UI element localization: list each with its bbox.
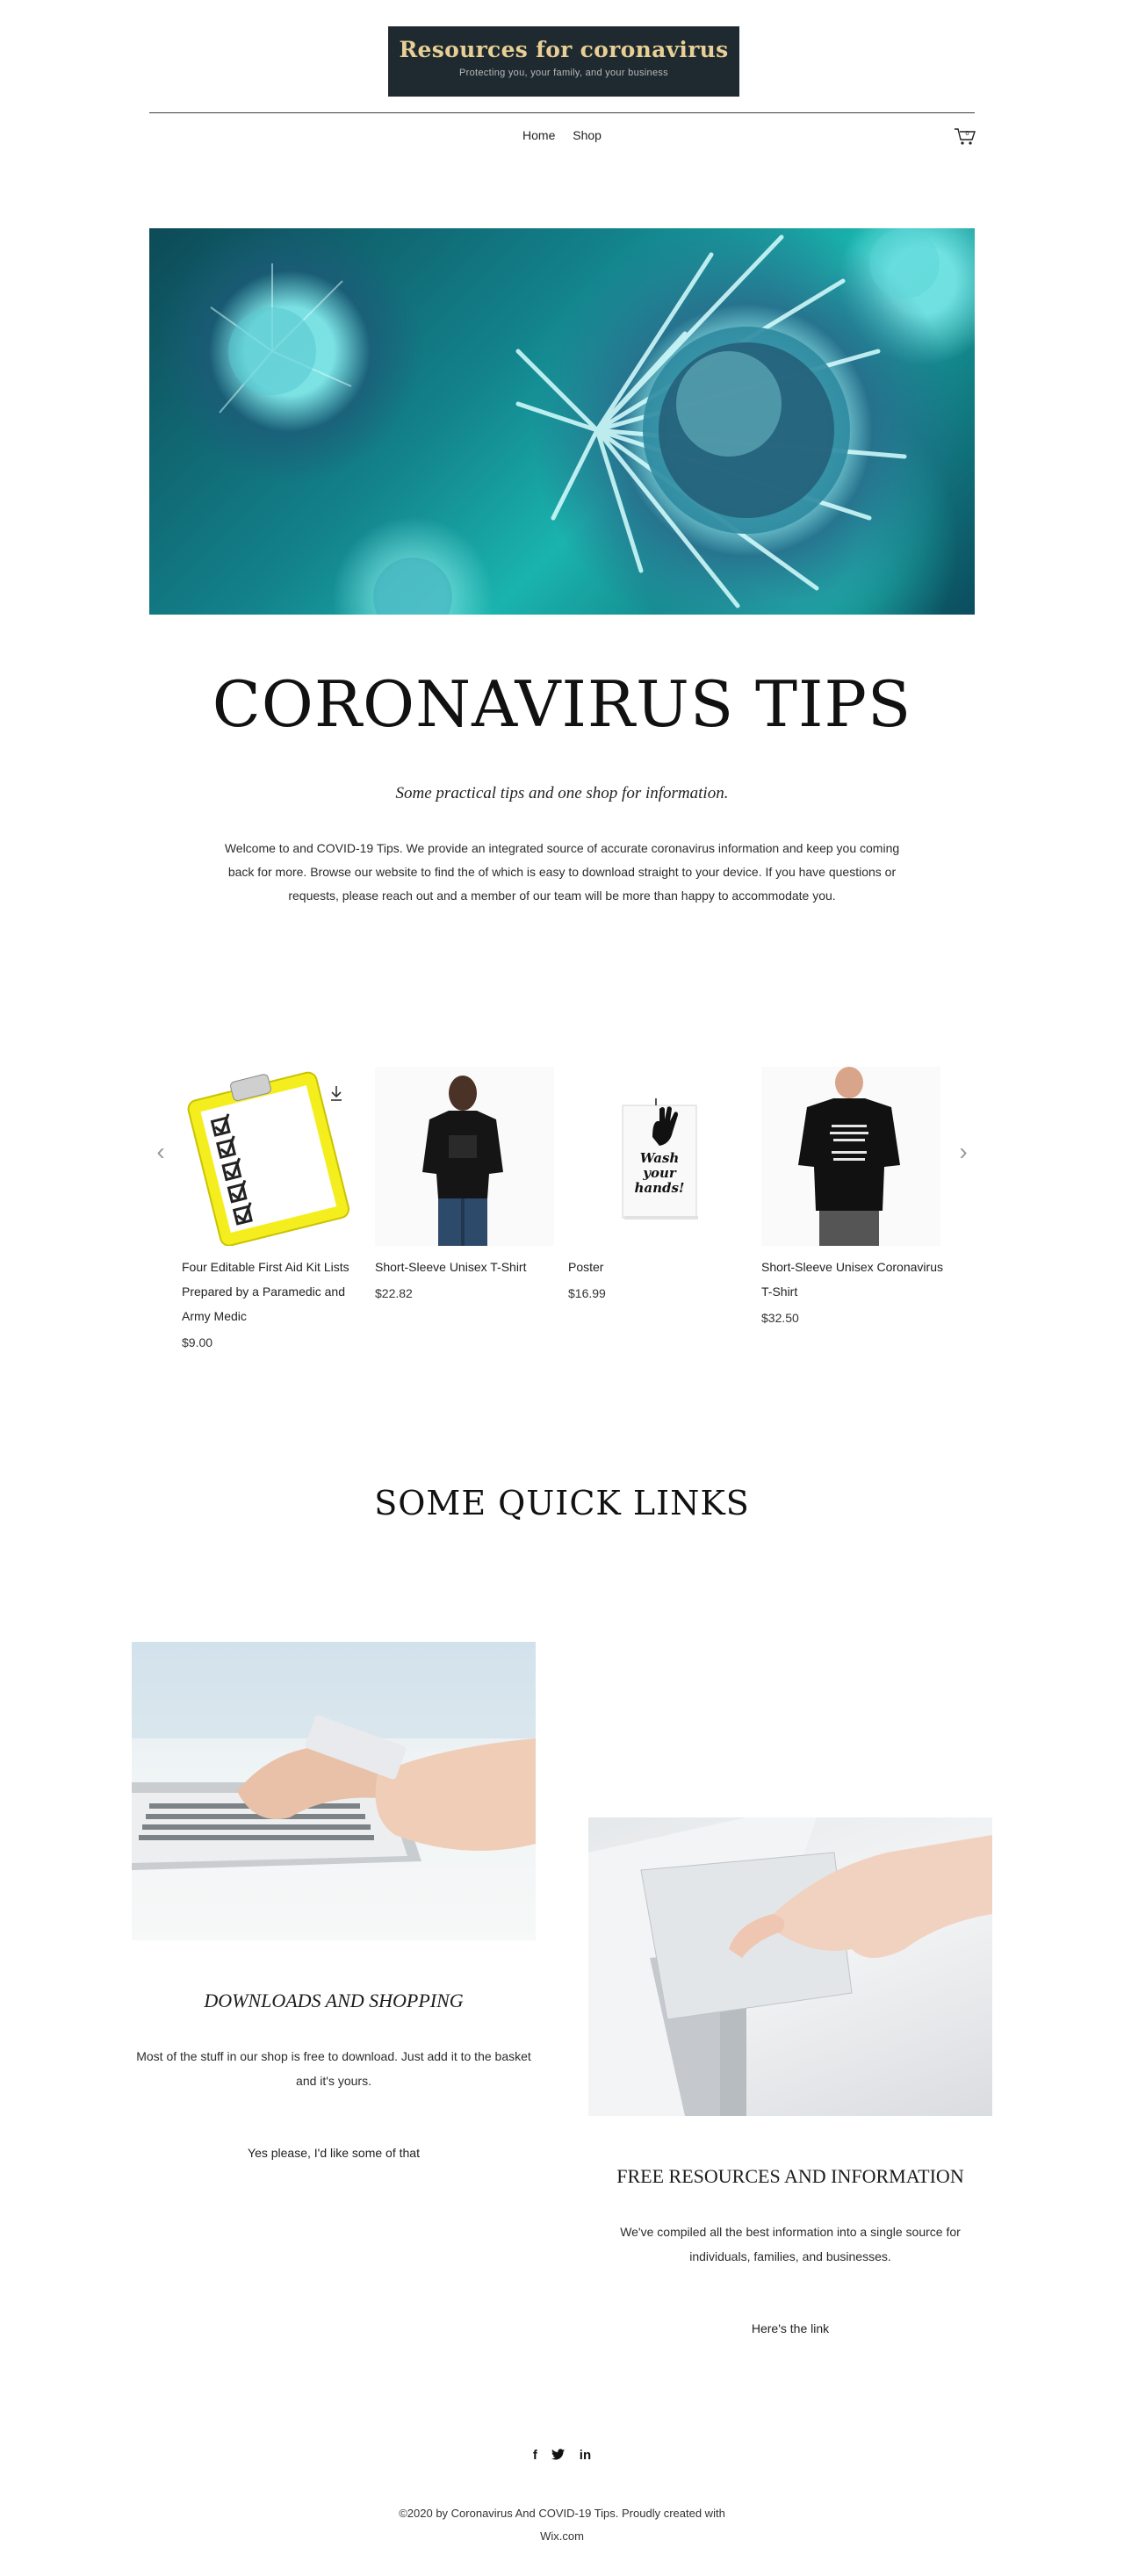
product-price: $32.50 <box>761 1311 799 1325</box>
page-title: CORONAVIRUS TIPS <box>212 667 912 741</box>
product-image-tshirt[interactable] <box>375 1067 554 1246</box>
header-divider <box>149 112 975 113</box>
laptop-shopping-image <box>132 1642 536 1940</box>
quick-links-title: SOME QUICK LINKS <box>374 1484 750 1522</box>
product-name[interactable]: Poster <box>568 1255 753 1279</box>
nav-item-home[interactable]: Home <box>522 128 555 142</box>
facebook-icon[interactable]: f <box>533 2448 537 2463</box>
product-price: $22.82 <box>375 1286 413 1300</box>
product-image-coronavirus-tshirt[interactable] <box>761 1067 940 1246</box>
logo-subtitle: Protecting you, your family, and your bu… <box>459 68 668 78</box>
downloads-link[interactable]: Yes please, I'd like some of that <box>132 2146 536 2160</box>
hero-virus-image <box>149 228 975 615</box>
cart-count: 0 <box>965 130 969 137</box>
intro-paragraph: Welcome to and COVID-19 Tips. We provide… <box>224 841 900 903</box>
copyright-text: ©2020 by Coronavirus And COVID-19 Tips. … <box>399 2507 725 2543</box>
slider-prev-arrow[interactable]: ‹ <box>152 1138 169 1166</box>
kiosk-touch-image <box>588 1817 992 2116</box>
product-name[interactable]: Four Editable First Aid Kit Lists Prepar… <box>182 1255 366 1328</box>
product-price: $9.00 <box>182 1335 213 1349</box>
product-image-poster[interactable]: Wash your hands! <box>568 1067 747 1246</box>
quick-link-description: Most of the stuff in our shop is free to… <box>136 2049 531 2088</box>
product-name[interactable]: Short-Sleeve Unisex Coronavirus T-Shirt <box>761 1255 946 1304</box>
resources-link[interactable]: Here's the link <box>588 2321 992 2335</box>
logo-title: Resources for coronavirus <box>399 37 729 62</box>
product-image-clipboard[interactable] <box>182 1067 361 1246</box>
quick-link-description: We've compiled all the best information … <box>620 2225 961 2263</box>
product-card[interactable]: Short-Sleeve Unisex T-Shirt $22.82 <box>375 1067 559 1300</box>
twitter-icon[interactable] <box>551 2448 566 2463</box>
product-name[interactable]: Short-Sleeve Unisex T-Shirt <box>375 1255 559 1279</box>
product-card[interactable]: Four Editable First Aid Kit Lists Prepar… <box>182 1067 366 1349</box>
product-price: $16.99 <box>568 1286 606 1300</box>
product-card[interactable]: Wash your hands! Poster $16.99 <box>568 1067 753 1300</box>
nav-item-shop[interactable]: Shop <box>573 128 602 142</box>
quick-link-title: DOWNLOADS AND SHOPPING <box>204 1990 464 2011</box>
poster-text: Wash your hands! <box>634 1150 685 1196</box>
download-icon <box>331 1086 342 1101</box>
page-subtitle: Some practical tips and one shop for inf… <box>395 784 729 802</box>
linkedin-icon[interactable]: in <box>580 2448 591 2463</box>
social-bar: f in <box>0 2448 1124 2464</box>
cart-icon[interactable]: 0 <box>954 125 976 148</box>
product-card[interactable]: Short-Sleeve Unisex Coronavirus T-Shirt … <box>761 1067 946 1325</box>
site-logo[interactable]: Resources for coronavirus Protecting you… <box>388 26 739 97</box>
slider-next-arrow[interactable]: › <box>955 1138 972 1166</box>
quick-link-title: FREE RESOURCES AND INFORMATION <box>616 2165 964 2187</box>
